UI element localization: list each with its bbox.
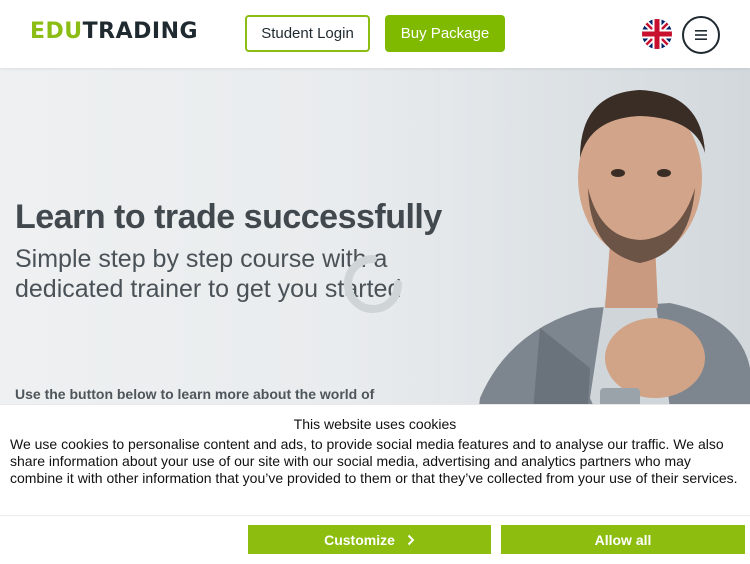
loading-spinner-icon — [344, 255, 402, 313]
chevron-right-icon — [407, 534, 415, 545]
hero-title: Learn to trade successfully — [15, 198, 442, 236]
site-header: EDU TRADING Student Login Buy Package — [0, 0, 750, 68]
logo-edu-text: EDU — [30, 19, 83, 44]
cookie-banner-body: We use cookies to personalise content an… — [10, 436, 738, 486]
edutrading-logo[interactable]: EDU TRADING — [30, 19, 198, 50]
hero-text: Use the button below to learn more about… — [15, 386, 375, 402]
customize-button[interactable]: Customize — [248, 525, 491, 554]
customize-label: Customize — [324, 531, 395, 548]
buy-package-button[interactable]: Buy Package — [385, 15, 505, 52]
cookie-banner-title: This website uses cookies — [293, 416, 457, 432]
allow-all-button[interactable]: Allow all — [501, 525, 745, 554]
divider — [0, 515, 750, 516]
cookie-banner: This website uses cookies We use cookies… — [0, 404, 750, 564]
uk-flag-icon[interactable] — [642, 19, 672, 49]
student-login-button[interactable]: Student Login — [245, 15, 370, 52]
logo-trading-text: TRADING — [82, 19, 199, 44]
hamburger-menu-icon[interactable] — [682, 16, 720, 54]
